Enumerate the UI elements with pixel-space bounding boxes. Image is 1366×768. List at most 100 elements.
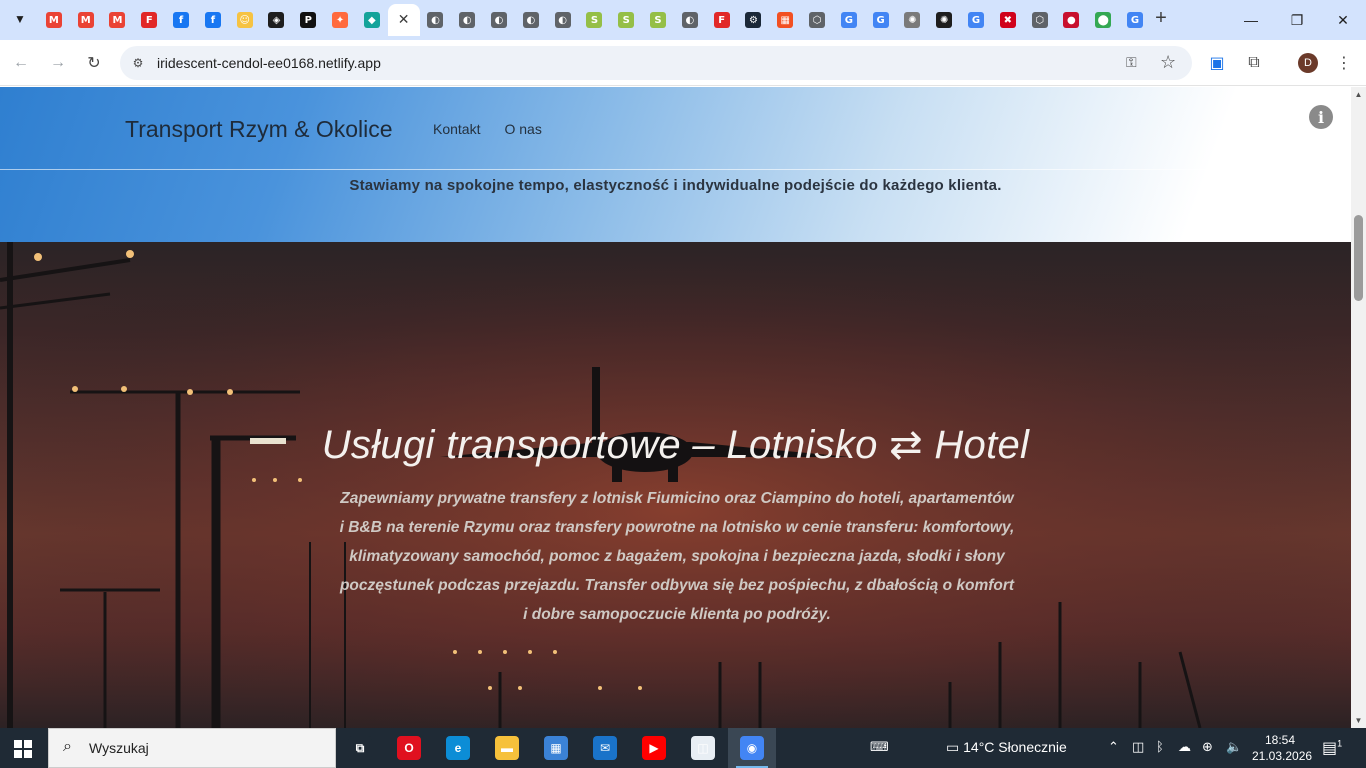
tab-16[interactable]: ◐	[547, 4, 579, 36]
address-bar[interactable]: ⚙ iridescent-cendol-ee0168.netlify.app ⚿…	[120, 46, 1192, 80]
tab-8[interactable]: P	[292, 4, 324, 36]
tab-24[interactable]: ⬡	[801, 4, 833, 36]
minimize-icon: —	[1244, 12, 1258, 28]
page-scrollbar[interactable]: ▲ ▼	[1351, 87, 1366, 728]
tab-29[interactable]: G	[960, 4, 992, 36]
tab-active[interactable]: ✕	[387, 4, 420, 36]
translate-extension-button[interactable]: ▣	[1204, 50, 1230, 76]
tab-5[interactable]: f	[197, 4, 229, 36]
meet-icon[interactable]: ◫	[1132, 739, 1144, 755]
nav-link-o-nas[interactable]: O nas	[504, 121, 541, 137]
tab-search-button[interactable]: ▼	[8, 7, 32, 31]
key-icon[interactable]: ⚿	[1126, 54, 1137, 71]
tab-31[interactable]: ⬡	[1024, 4, 1056, 36]
site-tagline: Stawiamy na spokojne tempo, elastyczność…	[349, 177, 1002, 194]
notification-center-icon[interactable]: ▤1	[1322, 738, 1342, 758]
forward-button[interactable]: →	[45, 50, 71, 76]
hero-title: Usługi transportowe – Lotnisko ⇄ Hotel	[321, 423, 1030, 467]
tab-1[interactable]: M	[70, 4, 102, 36]
back-button[interactable]: ←	[8, 50, 34, 76]
tab-18[interactable]: S	[610, 4, 642, 36]
network-icon[interactable]: ⊕	[1202, 739, 1213, 755]
task-view-icon: ⧉	[348, 736, 372, 760]
tab-4[interactable]: f	[165, 4, 197, 36]
url-text[interactable]: iridescent-cendol-ee0168.netlify.app	[157, 55, 381, 71]
taskbar-app-opera[interactable]: O	[385, 728, 433, 768]
tab-26[interactable]: G	[865, 4, 897, 36]
tab-22[interactable]: ⚙	[738, 4, 770, 36]
site-brand[interactable]: Transport Rzym & Okolice	[125, 116, 393, 143]
tab-23[interactable]: ▦	[769, 4, 801, 36]
taskbar-app-task-view[interactable]: ⧉	[336, 728, 384, 768]
microsoft-icon: ▦	[777, 12, 794, 28]
volume-icon[interactable]: 🔈	[1226, 739, 1242, 755]
bluetooth-icon[interactable]: ᛒ	[1156, 739, 1164, 754]
chevron-up-icon[interactable]: ⌃	[1108, 739, 1119, 755]
tab-10[interactable]: ◆	[356, 4, 388, 36]
tab-7[interactable]: ◈	[261, 4, 293, 36]
minimize-button[interactable]: —	[1228, 0, 1274, 40]
taskbar-app-mail[interactable]: ✉	[581, 728, 629, 768]
tab-27[interactable]: ✺	[897, 4, 929, 36]
tab-21[interactable]: F	[706, 4, 738, 36]
scrollbar-thumb[interactable]	[1354, 215, 1363, 301]
tab-13[interactable]: ◐	[451, 4, 483, 36]
close-icon[interactable]: ✕	[396, 12, 412, 28]
tab-25[interactable]: G	[833, 4, 865, 36]
info-icon[interactable]: i	[1309, 105, 1333, 129]
taskbar-app-file-explorer[interactable]: ▬	[483, 728, 531, 768]
tab-3[interactable]: F	[133, 4, 165, 36]
chevron-down-icon: ▼	[14, 12, 26, 26]
tab-32[interactable]: ●	[1056, 4, 1088, 36]
tab-14[interactable]: ◐	[483, 4, 515, 36]
nav-link-kontakt[interactable]: Kontakt	[433, 121, 480, 137]
onedrive-icon[interactable]: ☁	[1178, 739, 1191, 755]
taskbar-app-youtube[interactable]: ▶	[630, 728, 678, 768]
tab-15[interactable]: ◐	[515, 4, 547, 36]
site-header: Transport Rzym & Okolice Kontakt O nas i…	[0, 87, 1351, 242]
tab-6[interactable]: ☺	[229, 4, 261, 36]
weather-widget[interactable]: ▭ 14°C Słonecznie	[946, 739, 1067, 756]
extensions-button[interactable]: ⧉	[1241, 50, 1267, 76]
taskbar-app-store[interactable]: ▦	[532, 728, 580, 768]
close-window-button[interactable]: ✕	[1320, 0, 1366, 40]
store-icon: ▦	[544, 736, 568, 760]
tab-20[interactable]: ◐	[674, 4, 706, 36]
restore-button[interactable]: ❐	[1274, 0, 1320, 40]
taskbar-app-chrome[interactable]: ◉	[728, 728, 776, 768]
taskbar-app-edge[interactable]: e	[434, 728, 482, 768]
shield-icon: ⬡	[1031, 12, 1048, 28]
tab-34[interactable]: G	[1119, 4, 1151, 36]
windows-taskbar: ⌕ Wyszukaj ⧉ Oe ▬ ▦ ✉ ▶ ◫ ◉ ⌨ ▭ 14°C Słonecznie…	[0, 728, 1366, 768]
menu-button[interactable]: ⋮	[1331, 50, 1357, 76]
new-tab-button[interactable]: +	[1150, 8, 1172, 30]
edge-icon: e	[446, 736, 470, 760]
arrow-right-icon: →	[50, 54, 66, 71]
browser-toolbar: ← → ↻ ⚙ iridescent-cendol-ee0168.netlify…	[0, 40, 1366, 86]
tab-19[interactable]: S	[642, 4, 674, 36]
tab-2[interactable]: M	[102, 4, 134, 36]
profile-avatar[interactable]: D	[1298, 53, 1318, 73]
reload-icon: ↻	[87, 55, 101, 72]
tab-28[interactable]: ✺	[928, 4, 960, 36]
tab-12[interactable]: ◐	[420, 4, 452, 36]
scroll-up-icon[interactable]: ▲	[1351, 87, 1366, 102]
tab-17[interactable]: S	[579, 4, 611, 36]
scroll-down-icon[interactable]: ▼	[1351, 713, 1366, 728]
weather-icon: ▭	[946, 739, 960, 755]
keyboard-icon[interactable]: ⌨	[870, 739, 889, 755]
shopify-icon: S	[650, 12, 667, 28]
hero-description: Zapewniamy prywatne transfery z lotnisk …	[339, 490, 1015, 623]
tab-30[interactable]: ✖	[992, 4, 1024, 36]
tab-9[interactable]: ✦	[324, 4, 356, 36]
flipboard-icon: F	[141, 12, 158, 28]
taskbar-app-sketchup[interactable]: ◫	[679, 728, 727, 768]
reload-button[interactable]: ↻	[81, 50, 107, 76]
tab-0[interactable]: M	[38, 4, 70, 36]
taskbar-clock[interactable]: 18:54 21.03.2026	[1252, 732, 1312, 764]
taskbar-search-box[interactable]: ⌕ Wyszukaj	[48, 728, 336, 768]
windows-start-icon[interactable]	[14, 740, 32, 758]
star-icon[interactable]: ☆	[1160, 52, 1176, 73]
site-settings-icon[interactable]: ⚙	[129, 54, 147, 72]
tab-33[interactable]: ⬤	[1087, 4, 1119, 36]
